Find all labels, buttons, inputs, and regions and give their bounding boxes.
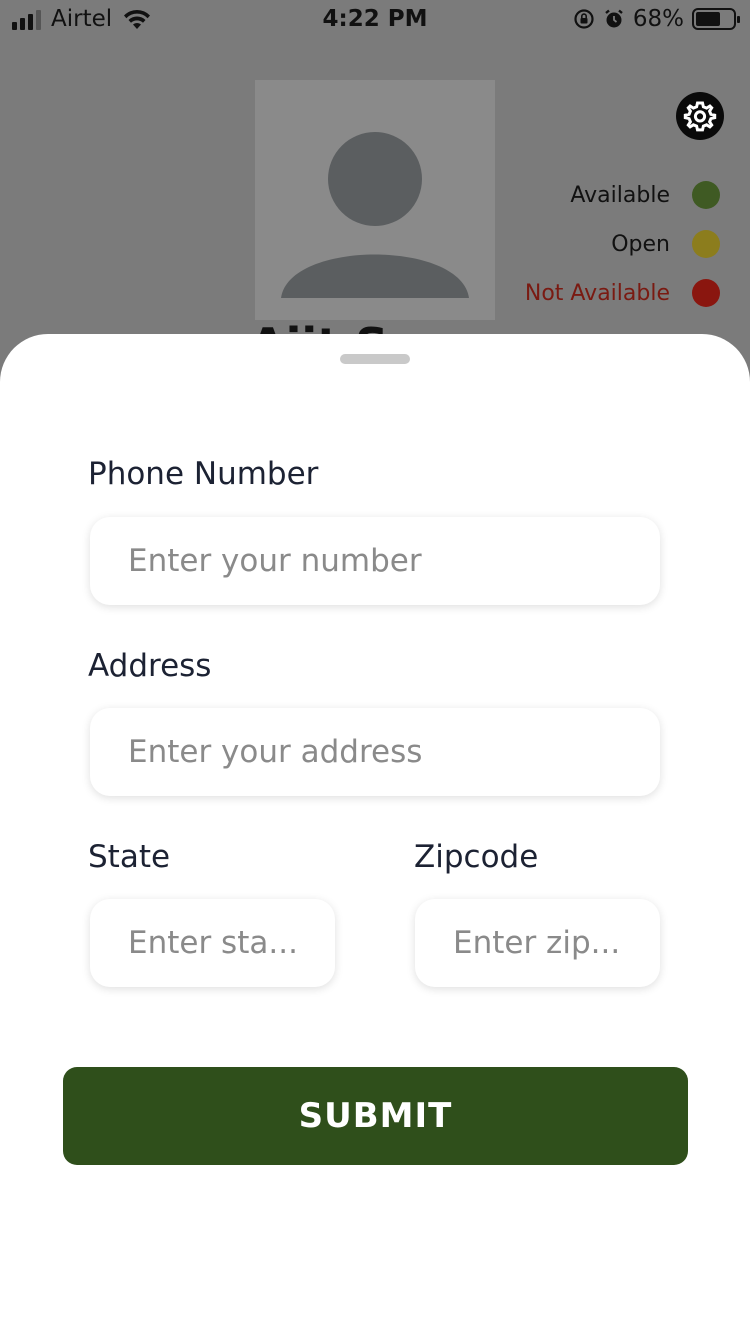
- status-right: 68%: [573, 6, 740, 32]
- legend-label: Not Available: [524, 280, 670, 306]
- avatar[interactable]: [255, 80, 495, 320]
- gear-icon: [683, 101, 717, 132]
- phone-number-input[interactable]: [90, 517, 660, 605]
- battery-level-fill: [696, 12, 721, 26]
- status-dot-available: [692, 181, 720, 209]
- legend-item: Not Available: [460, 276, 720, 310]
- address-label: Address: [88, 648, 212, 684]
- alarm-icon: [605, 9, 623, 28]
- address-bottom-sheet: Phone Number Address State Zipcode SUBMI…: [0, 334, 750, 1334]
- legend-item: Open: [460, 227, 720, 261]
- legend-label: Available: [570, 182, 670, 208]
- settings-button[interactable]: [676, 92, 724, 140]
- state-label: State: [88, 839, 171, 875]
- zipcode-input[interactable]: [415, 899, 660, 987]
- sheet-drag-handle[interactable]: [340, 354, 410, 364]
- status-bar: Airtel 4:22 PM 68%: [0, 0, 750, 40]
- state-input[interactable]: [90, 899, 335, 987]
- availability-legend: Available Open Not Available: [460, 178, 720, 325]
- submit-button[interactable]: SUBMIT: [63, 1067, 688, 1165]
- status-dot-open: [692, 230, 720, 258]
- battery-icon: [692, 8, 740, 30]
- phone-label: Phone Number: [88, 456, 319, 492]
- address-input[interactable]: [90, 708, 660, 796]
- person-placeholder-icon: [281, 132, 469, 298]
- battery-percent: 68%: [632, 6, 684, 32]
- zipcode-label: Zipcode: [414, 839, 539, 875]
- status-dot-not-available: [692, 279, 720, 307]
- legend-item: Available: [460, 178, 720, 212]
- orientation-lock-icon: [574, 9, 594, 29]
- legend-label: Open: [611, 231, 670, 257]
